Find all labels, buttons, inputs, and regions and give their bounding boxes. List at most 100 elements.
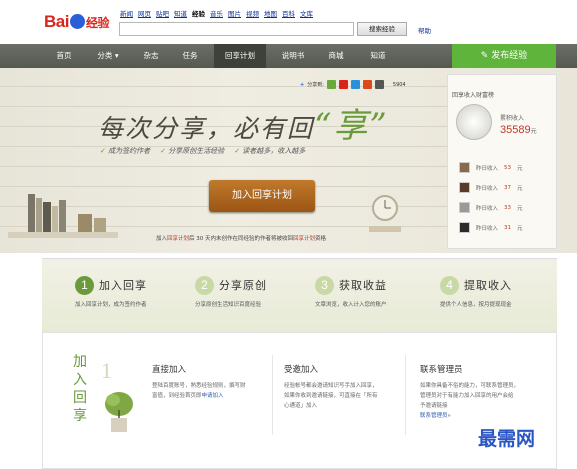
product-link[interactable]: 地图: [264, 8, 277, 18]
nav-manual[interactable]: 说明书: [276, 44, 310, 68]
contact-admin-link[interactable]: 联系管理员: [420, 413, 448, 419]
text-line: 登陆百度账号，熟悉经验规则，撰写财: [152, 383, 246, 389]
publish-label: 发布经验: [491, 51, 528, 61]
income-value: 33: [504, 204, 512, 211]
avatar[interactable]: [459, 162, 470, 173]
step-title: 分享原创: [219, 279, 267, 292]
column-text: 如果你具备不俗的能力，可联系管理员， 管理员对于有能力加入回享的用户会给 予邀请链接…: [420, 381, 540, 421]
nav-zhidao[interactable]: 知道: [364, 44, 392, 68]
income-row: 昨日收入 53 元: [459, 162, 523, 173]
step-title: 获取收益: [339, 279, 387, 292]
avatar[interactable]: [459, 222, 470, 233]
join-section-number: 1: [101, 358, 112, 383]
column-text: 经验帐号都会邀请知识写手加入回享， 如果你收到邀请链接，可直接在「所有 心通道」加入: [284, 381, 396, 411]
banner-slogan: 每次分享，必有回“享”: [98, 98, 389, 147]
product-link[interactable]: 百科: [282, 8, 295, 18]
nav-magazine[interactable]: 杂志: [138, 44, 164, 68]
share-bar: + 分享到: 5904: [300, 80, 406, 89]
step-desc: 分享原创生活知识百度经验: [195, 302, 262, 308]
tagline-text: 加入: [156, 236, 168, 242]
search-button[interactable]: 搜索经验: [357, 22, 407, 36]
nav-category-label: 分类: [97, 51, 113, 60]
share-qzone-icon[interactable]: [350, 80, 360, 89]
product-link[interactable]: 经验: [192, 8, 205, 18]
share-plus-icon: +: [300, 81, 305, 88]
lamp-clock-illustration: [369, 195, 401, 232]
apply-join-link[interactable]: 申请加入: [202, 393, 224, 399]
step-number: 2: [195, 276, 214, 295]
income-label: 昨日收入: [476, 205, 499, 212]
product-link[interactable]: 音乐: [210, 8, 223, 18]
step-number: 4: [440, 276, 459, 295]
nav-task[interactable]: 任务: [176, 44, 204, 68]
baidu-jingyan-logo[interactable]: Bai 经验: [44, 12, 109, 32]
top-earner-avatar[interactable]: [456, 104, 492, 140]
step-desc: 加入回享计划，成为签约作者: [75, 302, 147, 308]
text-line: 如果你收到邀请链接，可直接在「所有: [284, 393, 378, 399]
income-value: 31: [504, 224, 512, 231]
tagline-highlight: 回享计划: [293, 236, 316, 242]
income-value: 37: [504, 184, 512, 191]
product-link[interactable]: 知道: [174, 8, 187, 18]
text-line: 予邀请链接: [420, 403, 448, 409]
join-huixiang-button[interactable]: 加入回享计划: [209, 180, 315, 212]
share-count: 5904: [392, 81, 406, 88]
share-renren-icon[interactable]: [362, 80, 372, 89]
product-link[interactable]: 文库: [300, 8, 313, 18]
income-card-title: 回享收入财富榜: [452, 92, 495, 99]
direct-join-column: 直接加入 登陆百度账号，熟悉经验规则，撰写财 富值，到经验首页即申请加入: [152, 363, 264, 401]
edit-icon: ✎: [480, 51, 489, 61]
income-unit: 元: [517, 205, 523, 212]
nav-category[interactable]: 分类 ▾: [90, 44, 126, 68]
banner-points: 成为签约作者 分享原创生活经验 读者越多，收入越多: [100, 146, 305, 156]
nav-home[interactable]: 首页: [50, 44, 78, 68]
income-value: 53: [504, 164, 512, 171]
vertical-char: 回: [73, 390, 87, 406]
avatar[interactable]: [459, 202, 470, 213]
share-weibo-icon[interactable]: [338, 80, 348, 89]
banner-point: 读者越多，收入越多: [234, 146, 305, 156]
text-line: 心通道」加入: [284, 403, 318, 409]
avatar[interactable]: [459, 182, 470, 193]
product-link[interactable]: 图片: [228, 8, 241, 18]
slogan-highlight: “享”: [314, 106, 389, 146]
income-row: 昨日收入 31 元: [459, 222, 523, 233]
product-link[interactable]: 贴吧: [156, 8, 169, 18]
column-title: 联系管理员: [420, 365, 463, 375]
product-link[interactable]: 新闻: [120, 8, 133, 18]
cumulative-income-value: 35589元: [500, 124, 537, 136]
help-link[interactable]: 帮助: [418, 25, 431, 35]
logo-product: 经验: [85, 16, 110, 30]
nav-mall[interactable]: 商城: [322, 44, 350, 68]
product-link[interactable]: 视频: [246, 8, 259, 18]
income-label: 昨日收入: [476, 165, 499, 172]
banner-point: 分享原创生活经验: [160, 146, 224, 156]
slogan-text: 每次分享，必有回: [98, 114, 315, 143]
contact-admin-column: 联系管理员 如果你具备不俗的能力，可联系管理员， 管理员对于有能力加入回享的用户会…: [420, 363, 540, 421]
income-unit: 元: [517, 225, 523, 232]
income-row: 昨日收入 37 元: [459, 182, 523, 193]
share-more-icon[interactable]: [374, 80, 384, 89]
income-label: 昨日收入: [476, 225, 499, 232]
plant-illustration: [105, 392, 133, 432]
site-watermark: 最需网: [478, 428, 536, 450]
tagline-highlight: 回享计划: [167, 236, 190, 242]
column-title: 直接加入: [152, 365, 187, 375]
search-input[interactable]: [119, 22, 354, 36]
invited-join-column: 受邀加入 经验帐号都会邀请知识写手加入回享， 如果你收到邀请链接，可直接在「所有心…: [284, 363, 396, 411]
banner-point: 成为签约作者: [100, 146, 150, 156]
text-line: 经验帐号都会邀请知识写手加入回享，: [284, 383, 378, 389]
text-line: 如果你具备不俗的能力，可联系管理员，: [420, 383, 520, 389]
banner-tagline: 加入回享计划后 30 天内未创作在同经验的作者将被收回回享计划资格: [156, 234, 326, 242]
cum-number: 35589: [500, 124, 531, 136]
publish-button[interactable]: ✎ 发布经验: [452, 44, 556, 68]
share-label: 分享到:: [307, 82, 324, 88]
share-site-icon[interactable]: [326, 80, 336, 89]
product-link[interactable]: 网页: [138, 8, 151, 18]
vertical-char: 入: [73, 372, 87, 388]
join-vertical-title: 加 入 回 享: [70, 353, 90, 425]
step-desc: 提供个人信息，按月提现现金: [440, 302, 512, 308]
nav-huixiang[interactable]: 回享计划: [214, 44, 266, 68]
paw-icon: [69, 14, 85, 29]
tagline-text: 资格: [315, 236, 327, 242]
